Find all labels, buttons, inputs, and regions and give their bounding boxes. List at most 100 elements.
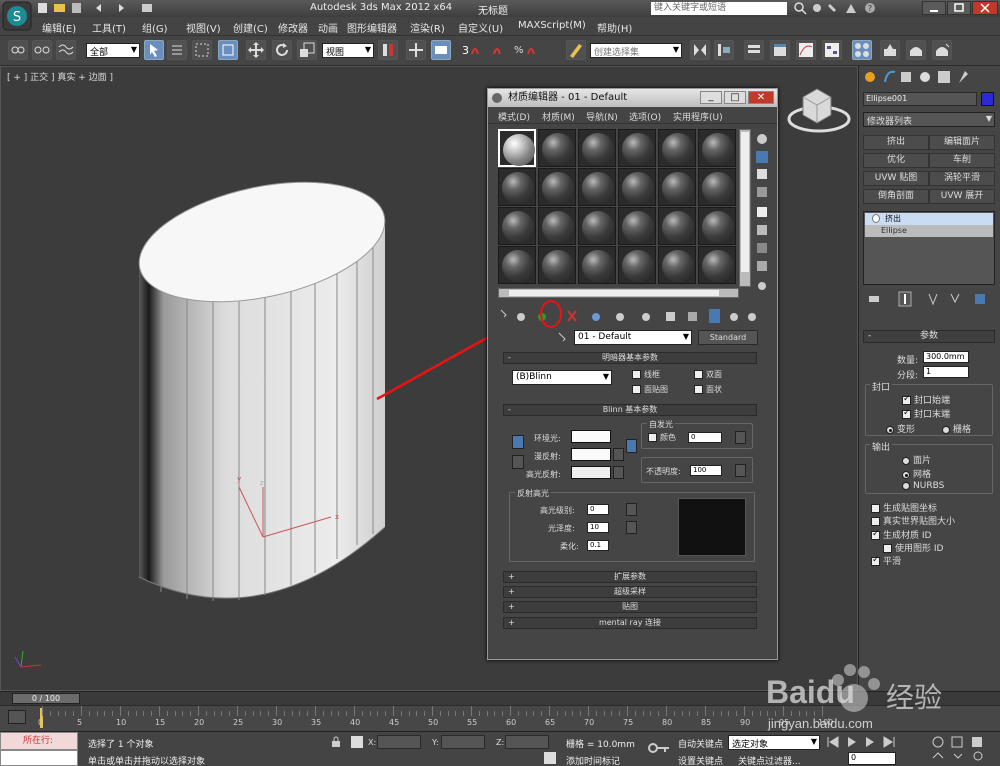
mental-ray-rollout[interactable]: + mental ray 连接 (503, 617, 757, 629)
listener-input[interactable] (0, 750, 78, 766)
material-type-button[interactable]: Standard (698, 330, 758, 345)
mini-curve-editor-icon[interactable] (8, 710, 26, 724)
menu-edit[interactable]: 编辑(E) (42, 20, 76, 35)
quick-access-icons[interactable] (38, 2, 158, 14)
smooth-checkbox[interactable]: 平滑 (871, 554, 901, 567)
gen-mat-ids-checkbox[interactable]: 生成材质 ID (871, 528, 931, 541)
key-icon[interactable] (648, 742, 670, 754)
me-menu-modes[interactable]: 模式(D) (498, 110, 530, 123)
infocenter-icons[interactable]: ? (812, 2, 882, 15)
mod-button-bevel-profile[interactable]: 倒角剖面 (863, 189, 929, 204)
cap-start-box[interactable] (902, 394, 911, 405)
slots-scrollbar-v[interactable] (739, 129, 751, 287)
material-editor-window[interactable]: 材质编辑器 - 01 - Default _ □ ✕ 模式(D) 材质(M) 导… (487, 88, 778, 660)
opacity-spinner[interactable]: 100 (690, 465, 722, 476)
face-map-box[interactable] (632, 385, 641, 394)
glossiness-spinner[interactable]: 10 (587, 522, 609, 533)
pivot-center-icon[interactable] (378, 40, 398, 60)
add-time-tag-icon[interactable] (544, 752, 556, 764)
menu-views[interactable]: 视图(V) (186, 20, 221, 35)
me-menu-utilities[interactable]: 实用程序(U) (673, 110, 723, 123)
material-sample-slot[interactable] (498, 207, 536, 245)
spec-level-spinner[interactable]: 0 (587, 504, 609, 515)
scale-icon[interactable] (297, 40, 317, 60)
mod-button-extrude[interactable]: 挤出 (863, 135, 929, 150)
stack-tools[interactable] (863, 291, 995, 307)
material-sample-slot[interactable] (498, 246, 536, 284)
lightbulb-icon[interactable] (872, 214, 880, 223)
ref-coord-dropdown[interactable]: 视图 ▼ (322, 43, 374, 58)
current-frame-spinner[interactable]: 0 (848, 752, 896, 765)
two-sided-box[interactable] (694, 370, 703, 379)
menu-customize[interactable]: 自定义(U) (458, 20, 503, 35)
soften-spinner[interactable]: 0.1 (587, 540, 609, 551)
mod-button-uvw-map[interactable]: UVW 贴图 (863, 171, 929, 186)
time-slider-thumb[interactable]: 0 / 100 (12, 693, 80, 704)
material-sample-slot[interactable] (538, 168, 576, 206)
material-sample-slot[interactable] (698, 129, 736, 167)
object-name-field[interactable]: Ellipse001 (863, 92, 977, 106)
diffuse-map-button[interactable] (613, 448, 624, 461)
manipulate-icon[interactable] (406, 40, 426, 60)
material-editor-icon[interactable] (852, 40, 872, 60)
mod-button-edit-patch[interactable]: 编辑面片 (929, 135, 995, 150)
self-illum-color-checkbox[interactable]: 颜色 (648, 432, 676, 443)
shader-basic-params-rollout[interactable]: - 明暗器基本参数 (503, 352, 757, 364)
material-sample-slot[interactable] (538, 246, 576, 284)
material-sample-slot[interactable] (498, 168, 536, 206)
blinn-basic-params-rollout[interactable]: - Blinn 基本参数 (503, 404, 757, 416)
window-crossing-icon[interactable] (218, 40, 238, 60)
menu-create[interactable]: 创建(C) (233, 20, 268, 35)
mesh-radio[interactable]: 网格 (902, 467, 931, 480)
modifier-list-dropdown[interactable]: 修改器列表 ▼ (863, 112, 995, 127)
mod-button-turbosmooth[interactable]: 涡轮平滑 (929, 171, 995, 186)
maximize-button[interactable] (947, 1, 971, 15)
set-key-button[interactable]: 设置关键点 (678, 754, 723, 766)
render-setup-icon[interactable] (880, 40, 900, 60)
schematic-view-icon[interactable] (822, 40, 842, 60)
face-map-checkbox[interactable]: 面贴图 (632, 384, 668, 395)
map-lock-icon[interactable] (626, 439, 637, 453)
me-minimize-button[interactable]: _ (700, 91, 722, 104)
patch-radio[interactable]: 面片 (902, 453, 931, 466)
x-coord-field[interactable] (377, 735, 421, 749)
opacity-map-button[interactable] (735, 464, 746, 477)
use-shape-ids-box[interactable] (883, 544, 892, 553)
menu-rendering[interactable]: 渲染(R) (410, 20, 445, 35)
specular-color-swatch[interactable] (571, 466, 611, 479)
cap-end-checkbox[interactable]: 封口末端 (902, 407, 950, 420)
extended-params-rollout[interactable]: + 扩展参数 (503, 571, 757, 583)
slots-scrollbar-h[interactable] (498, 288, 739, 298)
gen-map-coords-checkbox[interactable]: 生成贴图坐标 (871, 501, 937, 514)
diffuse-color-swatch[interactable] (571, 448, 611, 461)
material-sample-slot[interactable] (618, 129, 656, 167)
specular-map-button[interactable] (613, 466, 624, 479)
align-icon[interactable] (714, 40, 734, 60)
move-icon[interactable] (246, 40, 266, 60)
supersampling-rollout[interactable]: + 超级采样 (503, 586, 757, 598)
stack-item-extrude[interactable]: 挤出 (865, 213, 993, 225)
material-sample-slot[interactable] (498, 129, 536, 167)
morph-radio-dot[interactable] (886, 425, 894, 434)
rotate-icon[interactable] (272, 40, 292, 60)
material-sample-slot[interactable] (698, 168, 736, 206)
minimize-button[interactable] (922, 1, 946, 15)
faceted-checkbox[interactable]: 面状 (694, 384, 722, 395)
menu-group[interactable]: 组(G) (142, 20, 168, 35)
cap-end-box[interactable] (902, 408, 911, 419)
layers-icon[interactable] (744, 40, 764, 60)
absolute-mode-icon[interactable] (350, 735, 364, 749)
y-coord-field[interactable] (441, 735, 485, 749)
key-mode-dropdown[interactable]: 选定对象 ▼ (728, 735, 820, 750)
nurbs-radio[interactable]: NURBS (902, 481, 944, 491)
curve-editor-icon[interactable] (796, 40, 816, 60)
material-sample-slot[interactable] (658, 129, 696, 167)
lock-ambient-diffuse-icon[interactable] (512, 435, 524, 449)
bind-spacewarp-icon[interactable] (56, 40, 76, 60)
shader-dropdown[interactable]: (B)Blinn ▼ (512, 370, 612, 385)
scroll-thumb[interactable] (741, 132, 749, 272)
select-object-icon[interactable] (144, 40, 164, 60)
z-coord-field[interactable] (505, 735, 549, 749)
edit-named-selection-icon[interactable] (566, 40, 586, 60)
material-sample-slot[interactable] (658, 246, 696, 284)
